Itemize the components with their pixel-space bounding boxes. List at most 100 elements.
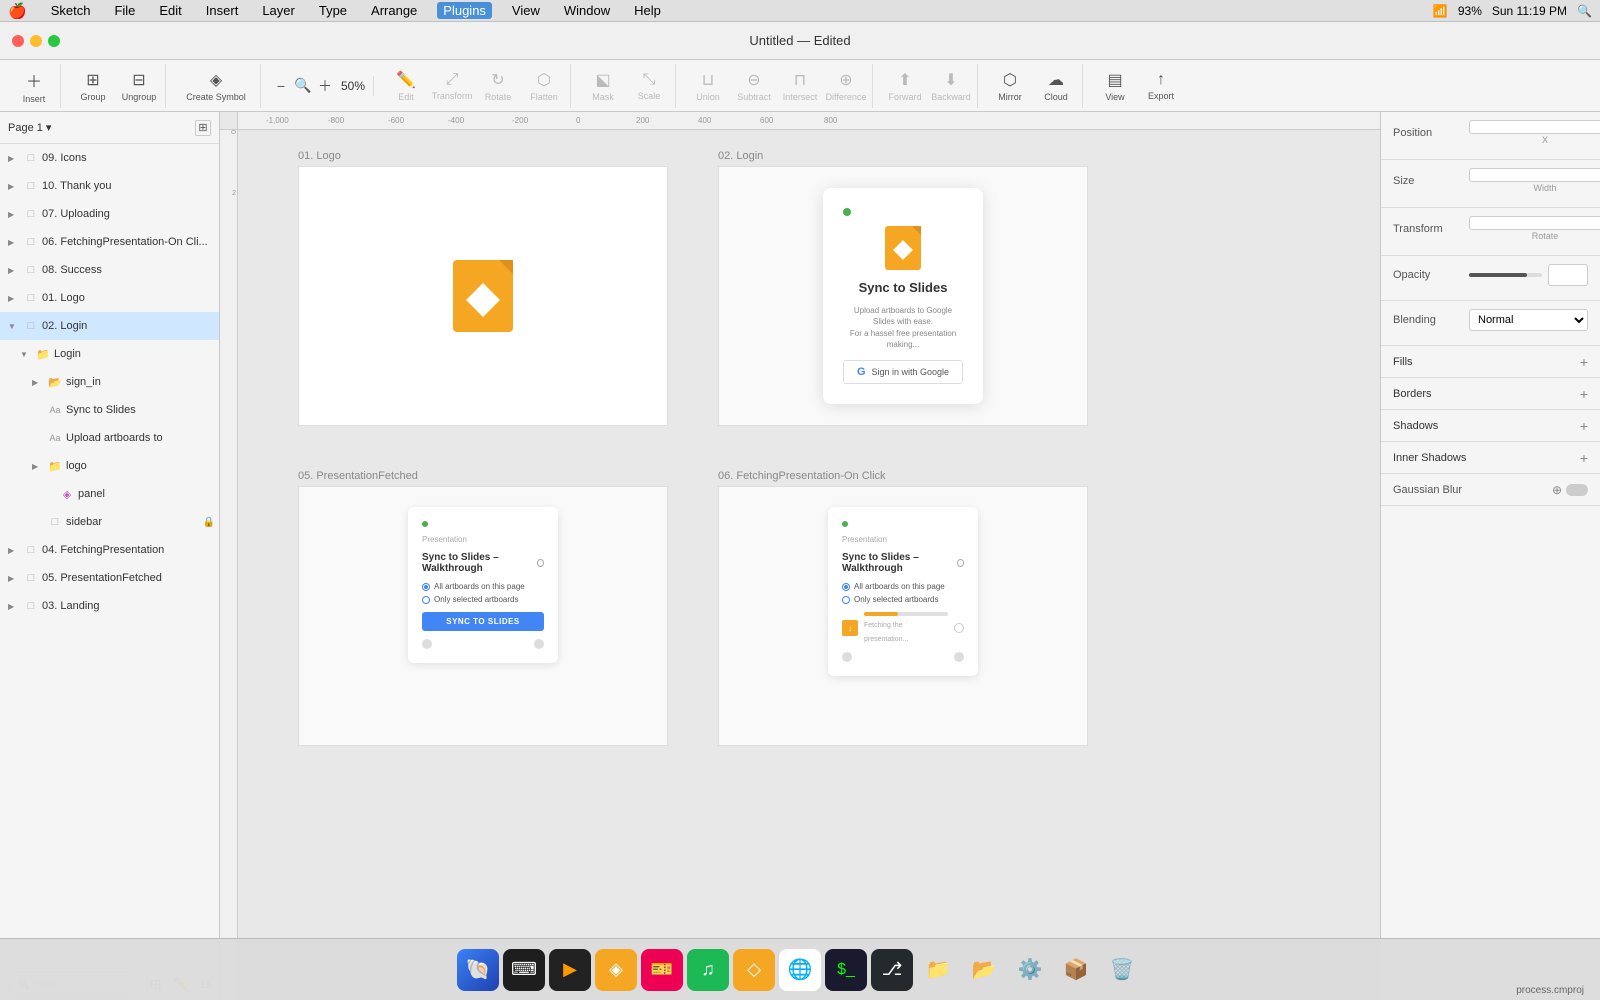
subtract-button[interactable]: ⊖ Subtract (732, 64, 776, 108)
intersect-button[interactable]: ⊓ Intersect (778, 64, 822, 108)
dock-trash[interactable]: 🗑️ (1101, 949, 1143, 991)
flatten-button[interactable]: ⬡ Flatten (522, 64, 566, 108)
dock-folder2[interactable]: 📂 (963, 949, 1005, 991)
transform-rotate-input[interactable] (1469, 216, 1600, 230)
gaussian-toggle[interactable] (1566, 484, 1588, 496)
layer-item-sidebar[interactable]: ▶ □ sidebar 🔒 (0, 508, 219, 536)
create-symbol-button[interactable]: ◈ Create Symbol (176, 64, 256, 108)
difference-button[interactable]: ⊕ Difference (824, 64, 868, 108)
zoom-in-button[interactable]: ＋ (315, 76, 335, 96)
borders-section-header[interactable]: Borders + (1381, 378, 1600, 410)
radio-all[interactable]: All artboards on this page (422, 582, 544, 591)
layer-item-upload-artboards[interactable]: ▶ Aa Upload artboards to (0, 424, 219, 452)
layer-item-login[interactable]: ▼ □ 02. Login (0, 312, 219, 340)
scale-button[interactable]: ⤡ Scale (627, 64, 671, 108)
close-button[interactable] (12, 35, 24, 47)
radio-selected[interactable]: Only selected artboards (842, 595, 964, 604)
layer-item-logo[interactable]: ▶ □ 01. Logo (0, 284, 219, 312)
maximize-button[interactable] (48, 35, 60, 47)
layers-options-button[interactable]: ⊞ (195, 120, 211, 136)
view-button[interactable]: ▤ View (1093, 64, 1137, 108)
menu-help[interactable]: Help (630, 3, 665, 18)
opacity-input[interactable] (1548, 264, 1588, 286)
search-icon[interactable]: 🔍 (1577, 4, 1592, 18)
borders-add-button[interactable]: + (1580, 386, 1588, 402)
transform-button[interactable]: ⤢ Transform (430, 64, 474, 108)
canvas[interactable]: -1,000 -800 -600 -400 -200 0 200 400 600… (220, 112, 1380, 1000)
opacity-slider[interactable] (1469, 273, 1542, 277)
canvas-content[interactable]: 01. Logo 02. Login (238, 130, 1380, 1000)
layer-item-login-group[interactable]: ▼ 📁 Login (0, 340, 219, 368)
ungroup-button[interactable]: ⊟ Ungroup (117, 64, 161, 108)
insert-button[interactable]: ＋ Insert (12, 64, 56, 108)
shadows-add-button[interactable]: + (1580, 418, 1588, 434)
layer-item-fetching-click[interactable]: ▶ □ 06. FetchingPresentation-On Cli... (0, 228, 219, 256)
layer-item-panel[interactable]: ▶ ◈ panel (0, 480, 219, 508)
dock-editor[interactable]: ⌨ (503, 949, 545, 991)
menu-plugins[interactable]: Plugins (437, 2, 492, 19)
forward-button[interactable]: ⬆ Forward (883, 64, 927, 108)
export-button[interactable]: ↑ Export (1139, 64, 1183, 108)
google-sign-in-button[interactable]: G Sign in with Google (843, 360, 963, 384)
radio-all[interactable]: All artboards on this page (842, 582, 964, 591)
inner-shadows-add-button[interactable]: + (1580, 450, 1588, 466)
dock-git[interactable]: ⎇ (871, 949, 913, 991)
mirror-button[interactable]: ⬡ Mirror (988, 64, 1032, 108)
layer-item-sign-in[interactable]: ▶ 📂 sign_in (0, 368, 219, 396)
dock-folder3[interactable]: 📦 (1055, 949, 1097, 991)
artboard-login[interactable]: Sync to Slides Upload artboards to Googl… (718, 166, 1088, 426)
layer-item-thankyou[interactable]: ▶ □ 10. Thank you (0, 172, 219, 200)
dock-spotify[interactable]: ♫ (687, 949, 729, 991)
dock-sketch[interactable]: ◈ (595, 949, 637, 991)
menu-file[interactable]: File (110, 3, 139, 18)
rotate-button[interactable]: ↻ Rotate (476, 64, 520, 108)
menu-window[interactable]: Window (560, 3, 614, 18)
layer-item-icons[interactable]: ▶ □ 09. Icons (0, 144, 219, 172)
dock-folder1[interactable]: 📁 (917, 949, 959, 991)
edit-button[interactable]: ✏️ Edit (384, 64, 428, 108)
mask-button[interactable]: ⬕ Mask (581, 64, 625, 108)
layer-item-logo-layer[interactable]: ▶ 📁 logo (0, 452, 219, 480)
layer-item-landing[interactable]: ▶ □ 03. Landing (0, 592, 219, 620)
position-x-input[interactable] (1469, 120, 1600, 134)
blending-select[interactable]: Normal Multiply Screen Overlay (1469, 309, 1588, 331)
fills-add-button[interactable]: + (1580, 354, 1588, 370)
menu-type[interactable]: Type (315, 3, 351, 18)
apple-menu[interactable]: 🍎 (8, 2, 27, 20)
size-width-input[interactable] (1469, 168, 1600, 182)
menu-view[interactable]: View (508, 3, 544, 18)
dock-finder[interactable]: 🐚 (457, 949, 499, 991)
sync-to-slides-button[interactable]: SYNC TO SLIDES (422, 612, 544, 631)
minimize-button[interactable] (30, 35, 42, 47)
dock-system[interactable]: ⚙️ (1009, 949, 1051, 991)
menu-layer[interactable]: Layer (258, 3, 299, 18)
radio-selected[interactable]: Only selected artboards (422, 595, 544, 604)
layer-item-fetching-presentation[interactable]: ▶ □ 04. FetchingPresentation (0, 536, 219, 564)
group-button[interactable]: ⊞ Group (71, 64, 115, 108)
artboard-fc[interactable]: Presentation Sync to Slides – Walkthroug… (718, 486, 1088, 746)
dock-sketch2[interactable]: ◇ (733, 949, 775, 991)
dock-tickets[interactable]: 🎫 (641, 949, 683, 991)
inner-shadows-section-header[interactable]: Inner Shadows + (1381, 442, 1600, 474)
cancel-button[interactable] (954, 623, 964, 633)
layer-item-uploading[interactable]: ▶ □ 07. Uploading (0, 200, 219, 228)
fills-section-header[interactable]: Fills + (1381, 346, 1600, 378)
dock-terminal[interactable]: $_ (825, 949, 867, 991)
zoom-out-button[interactable]: − (271, 76, 291, 96)
artboard-pf[interactable]: Presentation Sync to Slides – Walkthroug… (298, 486, 668, 746)
dock-chrome[interactable]: 🌐 (779, 949, 821, 991)
menu-insert[interactable]: Insert (202, 3, 243, 18)
backward-button[interactable]: ⬇ Backward (929, 64, 973, 108)
dock-preview[interactable]: ▶ (549, 949, 591, 991)
menu-edit[interactable]: Edit (155, 3, 185, 18)
layer-item-sync-to-slides[interactable]: ▶ Aa Sync to Slides (0, 396, 219, 424)
artboard-logo[interactable] (298, 166, 668, 426)
page-selector[interactable]: Page 1 ▾ (8, 121, 51, 134)
shadows-section-header[interactable]: Shadows + (1381, 410, 1600, 442)
menu-arrange[interactable]: Arrange (367, 3, 421, 18)
cloud-button[interactable]: ☁ Cloud (1034, 64, 1078, 108)
menu-sketch[interactable]: Sketch (47, 3, 95, 18)
union-button[interactable]: ⊔ Union (686, 64, 730, 108)
layer-item-pf[interactable]: ▶ □ 05. PresentationFetched (0, 564, 219, 592)
layer-item-success[interactable]: ▶ □ 08. Success (0, 256, 219, 284)
